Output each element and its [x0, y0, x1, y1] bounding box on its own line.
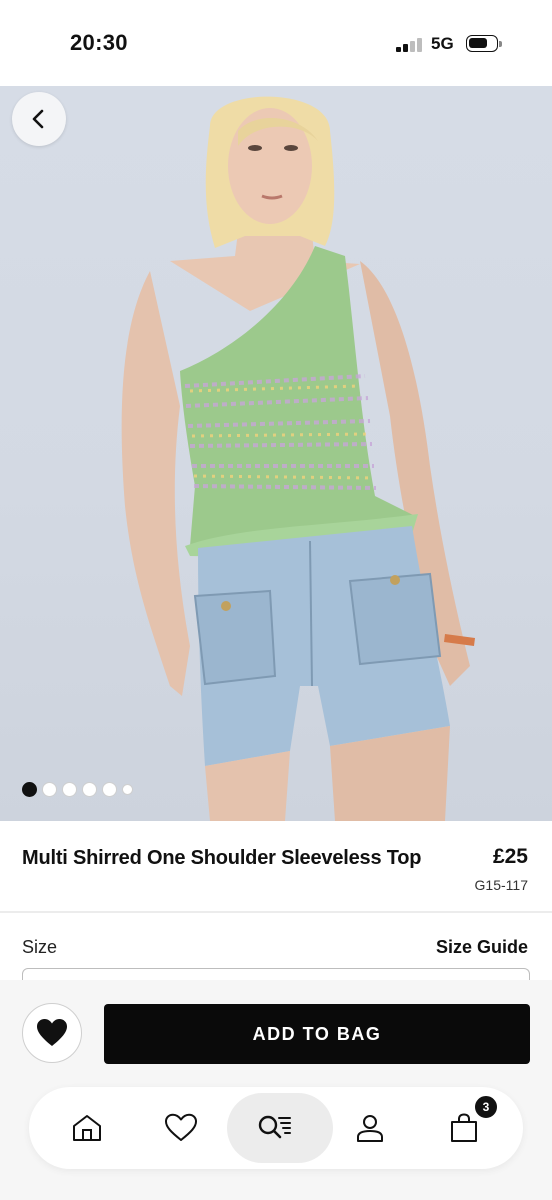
- bag-count-badge: 3: [473, 1094, 499, 1120]
- product-title: Multi Shirred One Shoulder Sleeveless To…: [22, 847, 422, 869]
- nav-account[interactable]: [335, 1087, 405, 1169]
- gallery-dot[interactable]: [122, 784, 133, 795]
- signal-icon: [396, 36, 424, 52]
- product-sku: G15-117: [474, 877, 528, 893]
- gallery-dot[interactable]: [22, 782, 37, 797]
- account-icon: [357, 1115, 383, 1142]
- gallery-dot[interactable]: [102, 782, 117, 797]
- nav-search[interactable]: [227, 1087, 333, 1169]
- size-label: Size: [22, 937, 58, 957]
- nav-wishlist[interactable]: [146, 1087, 216, 1169]
- bottom-nav: [29, 1087, 523, 1169]
- model-photo-illustration: [121, 96, 475, 821]
- product-image[interactable]: [0, 86, 552, 821]
- gallery-dot[interactable]: [42, 782, 57, 797]
- size-guide-link[interactable]: Size Guide: [436, 937, 528, 958]
- back-button[interactable]: [12, 92, 66, 146]
- bag-icon: [451, 1113, 477, 1142]
- nav-home[interactable]: [52, 1087, 122, 1169]
- battery-icon: [466, 35, 502, 52]
- status-bar: 20:30 5G: [0, 0, 552, 86]
- home-icon: [73, 1115, 101, 1141]
- heart-filled-icon: [37, 1019, 67, 1046]
- network-label: 5G: [431, 34, 454, 53]
- chevron-left-icon: [32, 109, 44, 129]
- status-time: 20:30: [70, 30, 128, 55]
- wishlist-button[interactable]: [22, 1003, 82, 1063]
- heart-icon: [165, 1113, 197, 1141]
- gallery-dot[interactable]: [62, 782, 77, 797]
- add-to-bag-button[interactable]: ADD TO BAG: [104, 1004, 530, 1064]
- gallery-dot[interactable]: [82, 782, 97, 797]
- product-info: Multi Shirred One Shoulder Sleeveless To…: [0, 821, 552, 911]
- gallery-pagination: [22, 782, 133, 797]
- search-list-icon: [258, 1115, 291, 1139]
- product-price: £25: [492, 845, 528, 868]
- divider: [0, 911, 552, 913]
